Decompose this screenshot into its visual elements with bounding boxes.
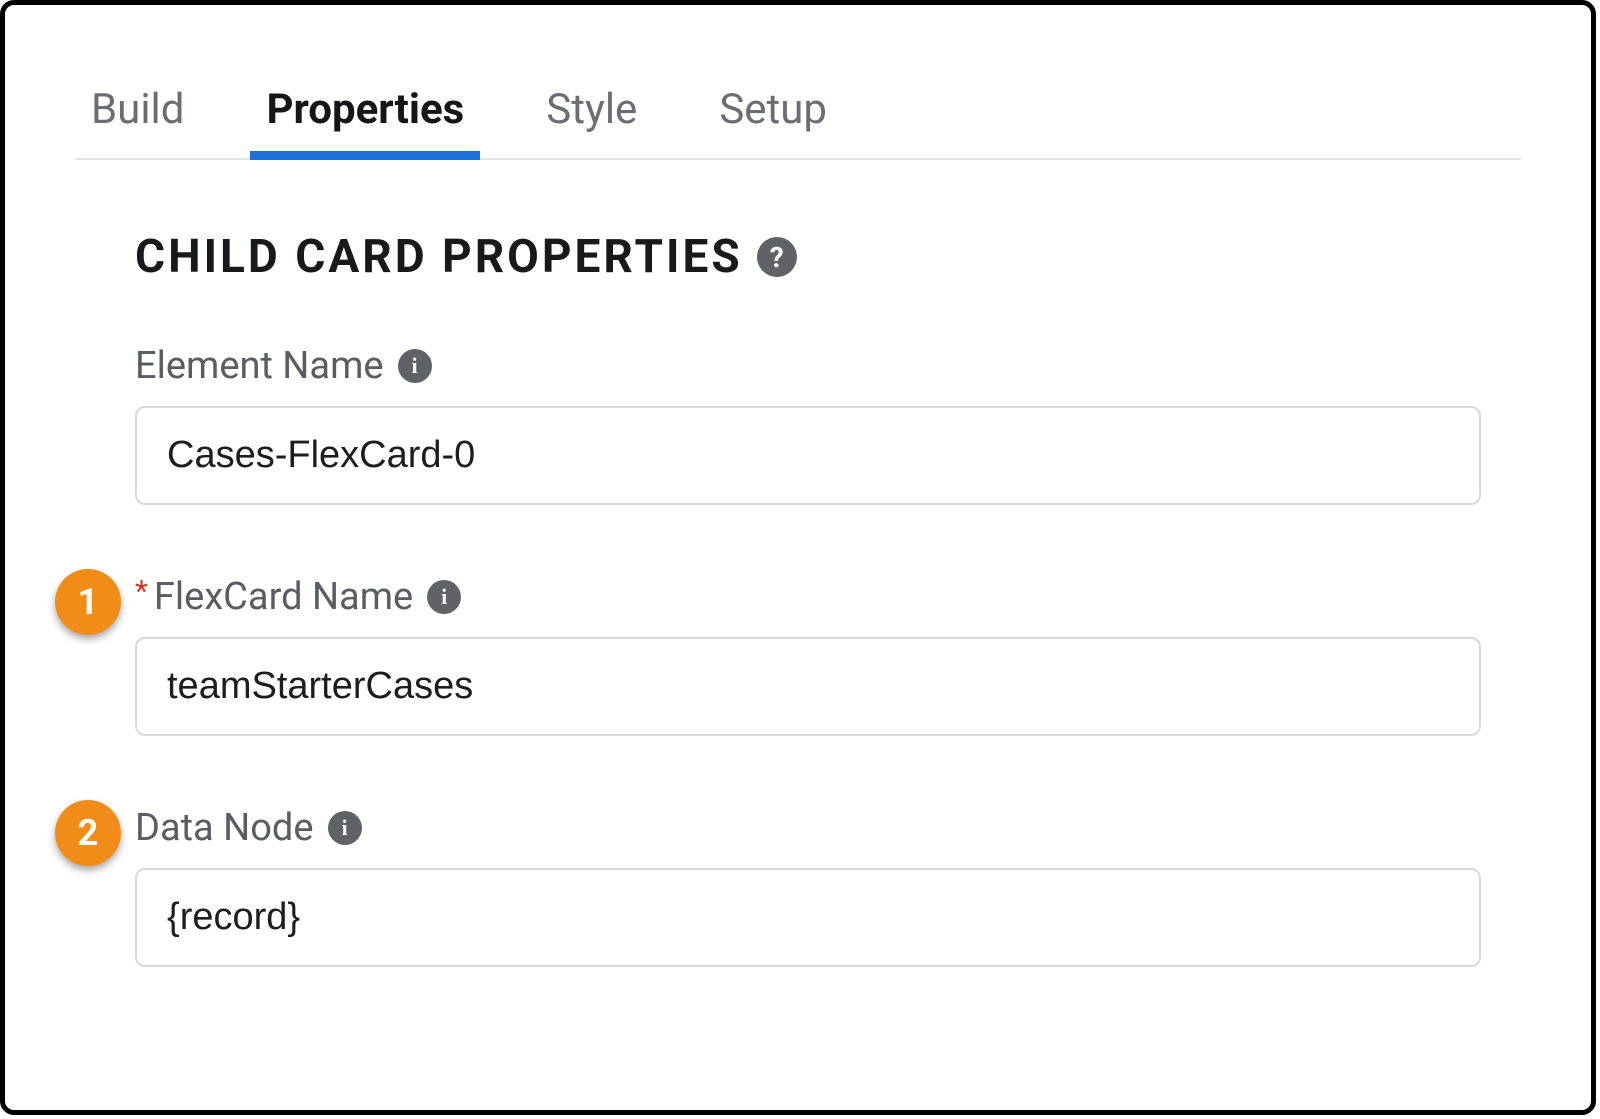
info-icon[interactable]: i (328, 811, 362, 845)
label-row-flexcard-name: * FlexCard Name i (135, 575, 1481, 619)
callout-badge-2: 2 (55, 800, 121, 866)
flexcard-name-input[interactable] (135, 637, 1481, 736)
tab-build[interactable]: Build (85, 85, 190, 158)
data-node-input[interactable] (135, 868, 1481, 967)
tab-bar: Build Properties Style Setup (75, 85, 1521, 160)
info-icon[interactable]: i (427, 580, 461, 614)
flexcard-name-label: FlexCard Name (154, 575, 413, 619)
section-title: CHILD CARD PROPERTIES (135, 230, 743, 284)
callout-badge-1: 1 (55, 569, 121, 635)
info-icon[interactable]: i (398, 349, 432, 383)
field-flexcard-name: 1 * FlexCard Name i (135, 575, 1481, 736)
data-node-label: Data Node (135, 806, 314, 850)
element-name-label: Element Name (135, 344, 384, 388)
label-row-data-node: Data Node i (135, 806, 1481, 850)
field-element-name: Element Name i (135, 344, 1481, 505)
section-header: CHILD CARD PROPERTIES ? (135, 230, 1481, 284)
label-row-element-name: Element Name i (135, 344, 1481, 388)
tab-setup[interactable]: Setup (713, 85, 833, 158)
required-mark: * (135, 574, 148, 609)
properties-panel: Build Properties Style Setup CHILD CARD … (0, 0, 1596, 1115)
tab-style[interactable]: Style (540, 85, 643, 158)
element-name-input[interactable] (135, 406, 1481, 505)
help-icon[interactable]: ? (757, 237, 797, 277)
field-data-node: 2 Data Node i (135, 806, 1481, 967)
tab-properties[interactable]: Properties (260, 85, 470, 158)
content-area: CHILD CARD PROPERTIES ? Element Name i 1… (75, 160, 1521, 967)
